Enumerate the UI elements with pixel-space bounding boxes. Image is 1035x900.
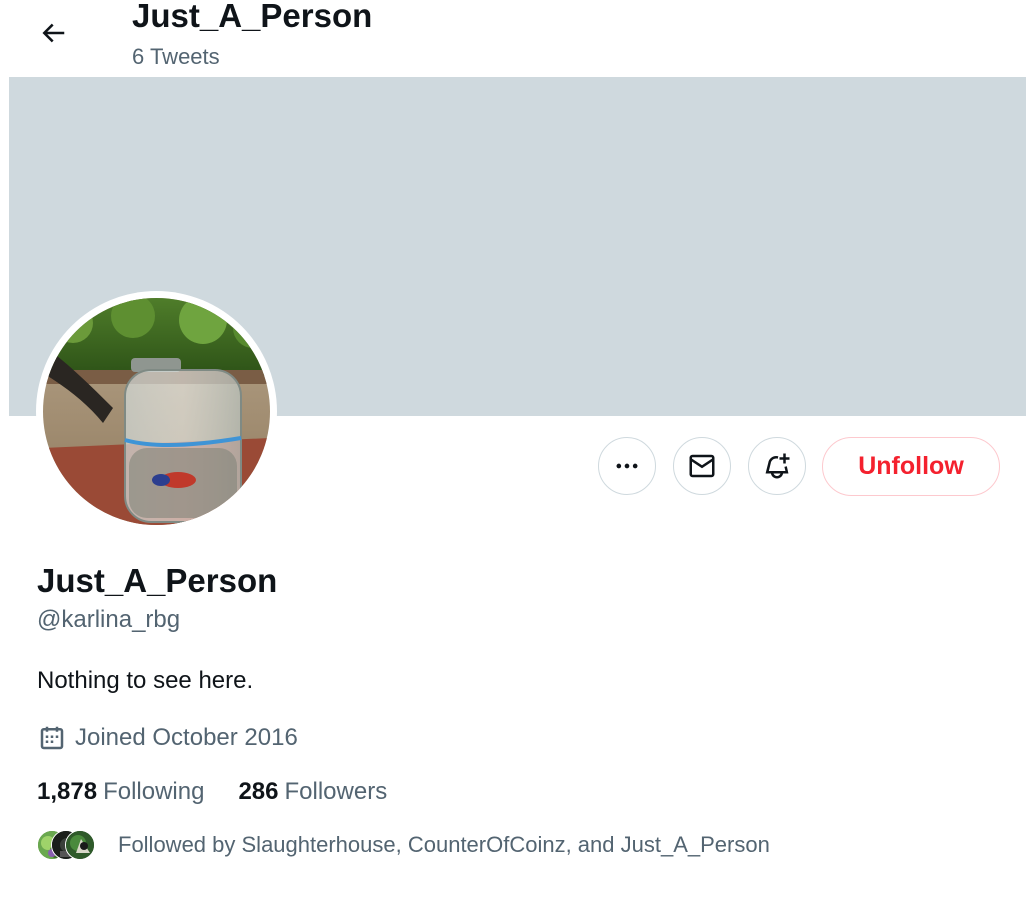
profile-bio: Nothing to see here. <box>37 667 254 694</box>
user-handle: @karlina_rbg <box>37 606 181 633</box>
mutual-avatars <box>37 829 101 861</box>
back-button[interactable] <box>32 12 74 54</box>
unfollow-button[interactable]: Unfollow <box>822 437 1000 496</box>
profile-page: Just_A_Person 6 Tweets Unfollow Just_A_P… <box>0 0 1035 900</box>
avatar[interactable] <box>43 298 270 525</box>
display-name: Just_A_Person <box>37 562 278 599</box>
join-date: Joined October 2016 <box>37 722 298 754</box>
following-label: Following <box>103 778 205 805</box>
avatar-photo <box>43 298 270 525</box>
profile-header-bar: Just_A_Person 6 Tweets <box>0 0 1035 77</box>
more-button[interactable] <box>598 437 656 495</box>
tweet-count: 6 Tweets <box>132 44 220 69</box>
following-count: 1,878 <box>37 778 98 805</box>
mutual-avatar <box>65 830 95 860</box>
message-button[interactable] <box>673 437 731 495</box>
notifications-button[interactable] <box>748 437 806 495</box>
calendar-icon <box>37 723 67 753</box>
arrow-left-icon <box>38 18 68 48</box>
followers-label: Followers <box>284 778 388 805</box>
follow-stats: 1,878 Following 286 Followers <box>37 776 421 808</box>
followers-you-know[interactable]: Followed by Slaughterhouse, CounterOfCoi… <box>37 828 770 862</box>
mail-icon <box>687 451 717 481</box>
followed-by-text: Followed by Slaughterhouse, CounterOfCoi… <box>118 832 770 857</box>
join-date-text: Joined October 2016 <box>75 724 298 751</box>
more-horizontal-icon <box>613 452 641 480</box>
avatar-frame <box>36 291 277 532</box>
following-link[interactable]: 1,878 Following <box>37 776 204 808</box>
followers-link[interactable]: 286 Followers <box>238 776 387 808</box>
followers-count: 286 <box>238 778 279 805</box>
bell-plus-icon <box>762 451 792 481</box>
header-title: Just_A_Person <box>132 0 373 34</box>
